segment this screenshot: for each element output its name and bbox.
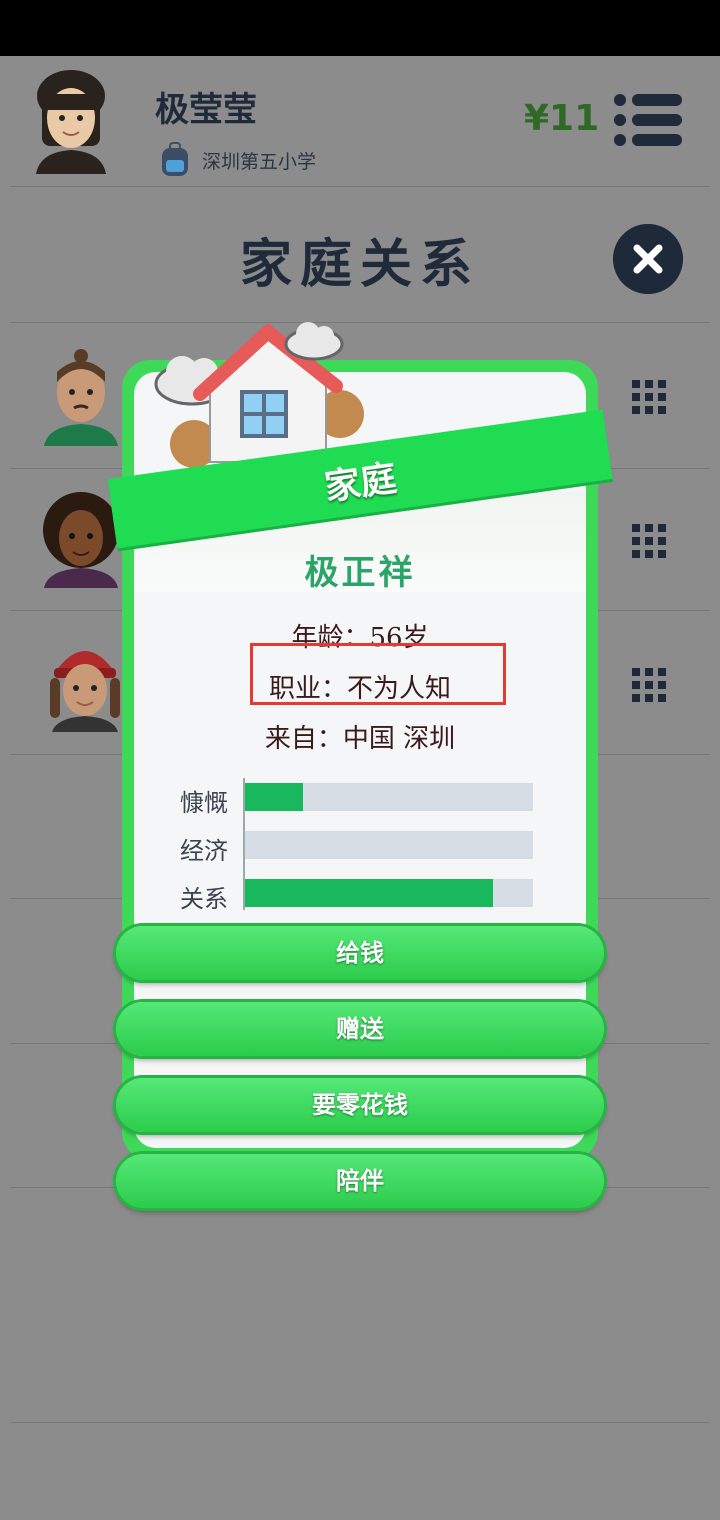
member-job: 职业：不为人知 bbox=[268, 674, 451, 704]
member-origin: 来自：中国 深圳 bbox=[264, 724, 456, 754]
cloud-icon bbox=[284, 322, 344, 361]
player-name: 极莹莹 bbox=[155, 90, 257, 130]
school-row: 深圳第五小学 bbox=[158, 140, 316, 180]
grid-menu-icon[interactable] bbox=[632, 668, 666, 702]
page-title: 家庭关系 bbox=[239, 234, 480, 295]
money-balance: ¥11 bbox=[524, 98, 600, 139]
stat-label-relationship: 关系 bbox=[180, 885, 228, 913]
divider bbox=[10, 1422, 710, 1423]
give-money-button[interactable]: 给钱 bbox=[116, 926, 604, 980]
stat-label-generosity: 慷慨 bbox=[180, 789, 228, 817]
family-avatar-father[interactable] bbox=[40, 348, 122, 446]
accompany-button[interactable]: 陪伴 bbox=[116, 1154, 604, 1208]
stat-bar-relationship bbox=[245, 879, 533, 907]
close-icon[interactable] bbox=[613, 224, 683, 294]
grid-menu-icon[interactable] bbox=[632, 380, 666, 414]
menu-icon[interactable] bbox=[612, 92, 684, 148]
member-name: 极正祥 bbox=[304, 553, 416, 593]
stat-bar-generosity bbox=[245, 783, 533, 811]
status-bar bbox=[0, 0, 720, 56]
family-avatar-sibling[interactable] bbox=[44, 634, 126, 732]
gift-button[interactable]: 赠送 bbox=[116, 1002, 604, 1056]
player-avatar[interactable] bbox=[30, 66, 112, 174]
backpack-icon bbox=[162, 142, 188, 176]
divider bbox=[10, 186, 710, 187]
grid-menu-icon[interactable] bbox=[632, 524, 666, 558]
stat-fill bbox=[245, 783, 303, 811]
stat-label-economy: 经济 bbox=[180, 837, 228, 865]
family-avatar-mother[interactable] bbox=[40, 490, 122, 588]
ask-allowance-button[interactable]: 要零花钱 bbox=[116, 1078, 604, 1132]
school-name: 深圳第五小学 bbox=[202, 150, 317, 173]
stat-bar-economy bbox=[245, 831, 533, 859]
stat-fill bbox=[245, 879, 493, 907]
